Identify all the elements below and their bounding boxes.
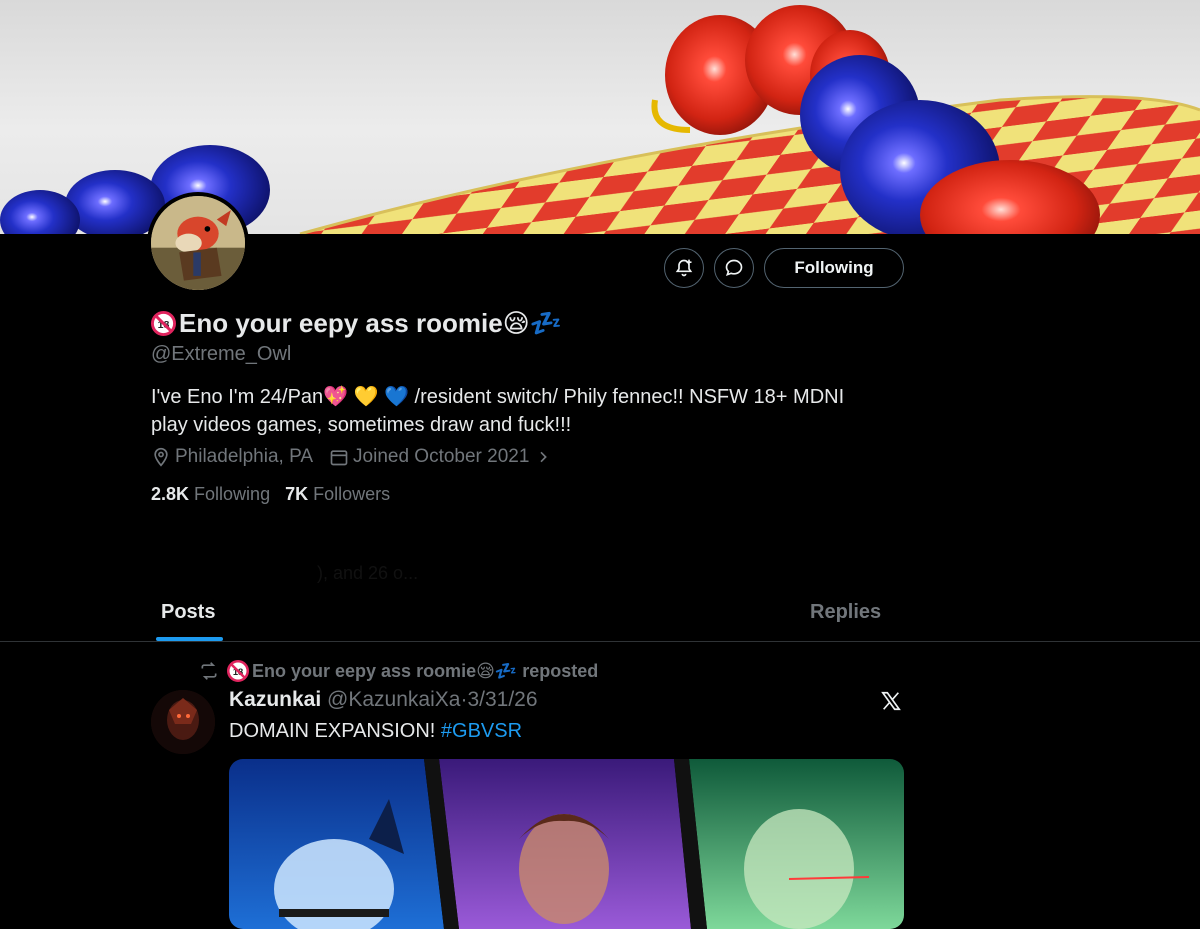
notify-button[interactable] [664,248,704,288]
post-author-name[interactable]: Kazunkai [229,688,321,711]
follow-counts: 2.8K Following 7K Followers [151,484,390,505]
tab-replies[interactable]: Replies [810,601,881,624]
message-button[interactable] [714,248,754,288]
joined-text: Joined October 2021 [353,446,530,467]
media-image [229,759,904,929]
calendar-icon [330,450,348,466]
following-count: 2.8K [151,484,190,504]
profile-avatar[interactable] [147,192,249,294]
repost-icon [201,662,217,680]
followers-count: 7K [285,484,309,504]
joined-date[interactable]: Joined October 2021 [329,446,555,468]
active-tab-indicator [156,637,223,641]
message-icon [725,259,743,277]
tab-posts[interactable]: Posts [161,601,215,624]
post-author-handle[interactable]: @KazunkaiXa [327,688,460,711]
post-body: DOMAIN EXPANSION! [229,720,436,742]
x-icon [881,691,901,711]
bio-line: play videos games, sometimes draw and fu… [151,414,572,436]
following-button[interactable]: Following [764,248,904,288]
followed-by-faded: ), and 26 o... [157,528,418,588]
bell-plus-icon [675,259,693,277]
bio-line: I've Eno I'm 24/Pan💖 💛 💙 /resident switc… [151,386,845,408]
no-under-18-icon: 18 [151,310,176,336]
no-under-18-icon: 18 [227,660,249,682]
repost-context: 18 Eno your eepy ass roomie😪💤 reposted [199,660,598,682]
location: Philadelphia, PA [151,446,313,468]
repost-label[interactable]: Eno your eepy ass roomie😪💤 reposted [252,661,598,682]
avatar-image [151,196,245,290]
profile-handle: @Extreme_Owl [151,343,292,365]
followers-link[interactable]: 7K Followers [285,484,390,504]
post-header: Kazunkai @KazunkaiXa·3/31/26 [229,688,538,712]
followers-label: Followers [313,484,391,504]
display-name: Eno your eepy ass roomie😪💤 [179,307,563,338]
x-logo-icon[interactable] [880,690,902,717]
location-text: Philadelphia, PA [175,446,314,467]
chevron-right-icon [540,451,548,463]
profile-meta: Philadelphia, PA Joined October 2021 [151,446,571,468]
following-label: Following [194,484,271,504]
post-text: DOMAIN EXPANSION! #GBVSR [229,720,522,743]
post-author-avatar[interactable] [151,690,215,754]
profile-tabs: Posts Replies [0,586,1200,642]
location-pin-icon [154,447,168,467]
post-date[interactable]: 3/31/26 [467,688,537,711]
post-media[interactable] [229,759,904,929]
author-avatar-image [151,690,215,754]
hashtag-link[interactable]: #GBVSR [441,720,522,742]
following-link[interactable]: 2.8K Following [151,484,270,504]
display-name-row: 18 Eno your eepy ass roomie😪💤 [151,306,562,340]
followed-by-text: ), and 26 o... [317,563,419,583]
profile-bio: I've Eno I'm 24/Pan💖 💛 💙 /resident switc… [151,383,911,439]
